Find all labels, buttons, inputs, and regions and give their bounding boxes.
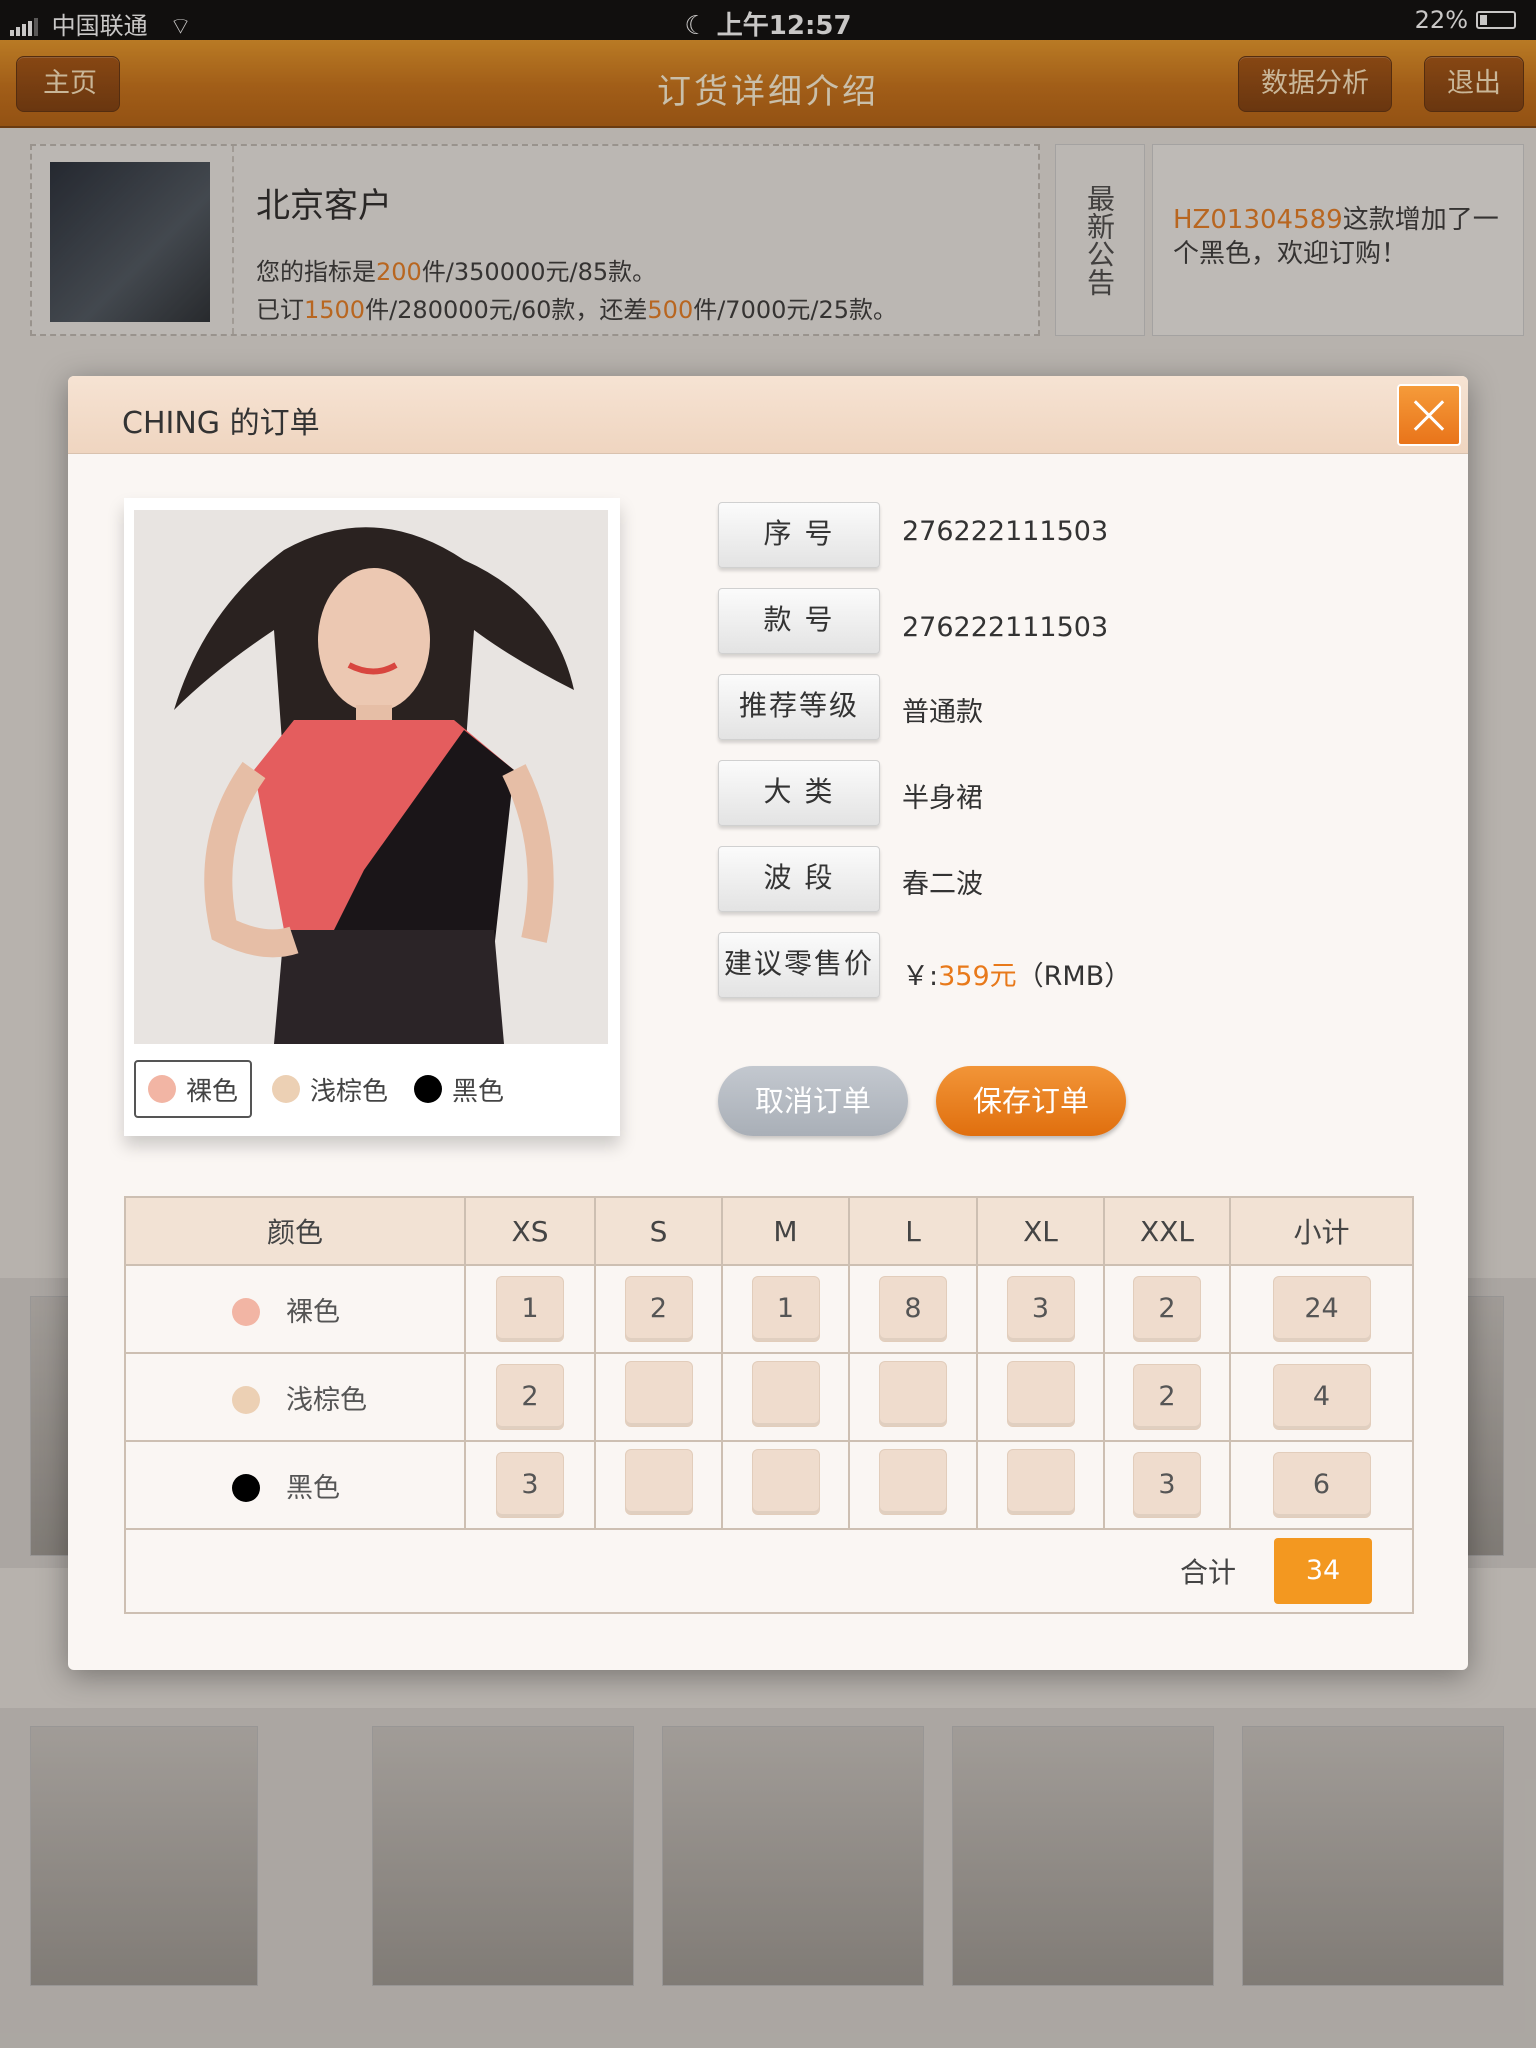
color-dot (414, 1075, 443, 1103)
modal-title: CHING 的订单 (122, 406, 320, 441)
price-value: ￥:359元（RMB） (902, 961, 1132, 992)
product-photo (134, 510, 608, 1044)
grade-label: 推荐等级 (718, 674, 880, 740)
table-header: 颜色 XS S M L XL XXL 小计 (124, 1196, 1414, 1266)
qty-input[interactable] (624, 1448, 693, 1515)
row-subtotal: 6 (1272, 1452, 1371, 1518)
product-photo-card: 裸色 浅棕色 黑色 (124, 498, 620, 1136)
col-header: XL (976, 1196, 1105, 1266)
qty-input[interactable] (751, 1360, 820, 1427)
col-header: XS (464, 1196, 596, 1266)
table-row: 浅棕色 2 2 4 (124, 1352, 1414, 1442)
total-row: 合计 34 (124, 1528, 1414, 1614)
swatch-nude[interactable]: 裸色 (134, 1060, 253, 1118)
order-modal: CHING 的订单 裸色 浅棕色 黑色 序 号 276222111503 款 号… (68, 376, 1468, 1670)
col-header: M (721, 1196, 850, 1266)
qty-input[interactable]: 8 (879, 1276, 947, 1342)
price-label: 建议零售价 (718, 932, 880, 998)
table-row: 裸色 1 2 1 8 3 2 24 (124, 1264, 1414, 1354)
qty-input[interactable] (879, 1448, 947, 1515)
qty-input[interactable]: 3 (1133, 1452, 1201, 1518)
qty-input[interactable]: 1 (496, 1276, 564, 1342)
qty-input[interactable]: 3 (496, 1452, 564, 1518)
qty-input[interactable]: 2 (624, 1276, 693, 1342)
table-row: 黑色 3 3 6 (124, 1440, 1414, 1530)
qty-input[interactable]: 2 (496, 1364, 564, 1430)
swatch-black[interactable]: 黑色 (408, 1060, 510, 1118)
row-subtotal: 24 (1272, 1276, 1371, 1342)
qty-input[interactable]: 2 (1133, 1276, 1201, 1342)
col-header: L (848, 1196, 978, 1266)
qty-input[interactable] (624, 1360, 693, 1427)
qty-input[interactable] (1006, 1448, 1075, 1515)
category-label: 大 类 (718, 760, 880, 826)
total-value: 34 (1274, 1538, 1372, 1604)
col-header: 颜色 (124, 1196, 466, 1266)
wave-value: 春二波 (902, 869, 983, 900)
close-icon[interactable] (1397, 384, 1461, 446)
color-dot (232, 1473, 260, 1502)
qty-input[interactable]: 1 (751, 1276, 820, 1342)
grade-value: 普通款 (902, 697, 983, 728)
wave-label: 波 段 (718, 846, 880, 912)
qty-input[interactable] (879, 1360, 947, 1427)
col-header: 小计 (1229, 1196, 1414, 1266)
row-color: 黑色 (124, 1440, 466, 1530)
category-value: 半身裙 (902, 783, 983, 814)
style-no-value: 276222111503 (902, 612, 1109, 643)
total-label: 合计 (1179, 1556, 1236, 1589)
col-header: S (594, 1196, 723, 1266)
qty-input[interactable] (751, 1448, 820, 1515)
row-subtotal: 4 (1272, 1364, 1371, 1430)
qty-input[interactable]: 3 (1006, 1276, 1075, 1342)
color-swatches: 裸色 浅棕色 黑色 (134, 1060, 510, 1118)
style-no-label: 款 号 (718, 588, 880, 654)
modal-header: CHING 的订单 (68, 376, 1468, 454)
color-dot (232, 1385, 260, 1414)
color-dot (148, 1075, 176, 1103)
serial-label: 序 号 (718, 502, 880, 568)
row-color: 裸色 (124, 1264, 466, 1354)
color-dot (272, 1075, 301, 1103)
serial-value: 276222111503 (902, 516, 1109, 547)
row-color: 浅棕色 (124, 1352, 466, 1442)
col-header: XXL (1103, 1196, 1231, 1266)
swatch-light-brown[interactable]: 浅棕色 (266, 1060, 394, 1118)
order-table: 颜色 XS S M L XL XXL 小计 裸色 1 2 1 8 3 2 24 … (124, 1196, 1414, 1614)
qty-input[interactable] (1006, 1360, 1075, 1427)
cancel-order-button[interactable]: 取消订单 (718, 1066, 908, 1136)
qty-input[interactable]: 2 (1133, 1364, 1201, 1430)
color-dot (232, 1297, 260, 1326)
save-order-button[interactable]: 保存订单 (936, 1066, 1126, 1136)
